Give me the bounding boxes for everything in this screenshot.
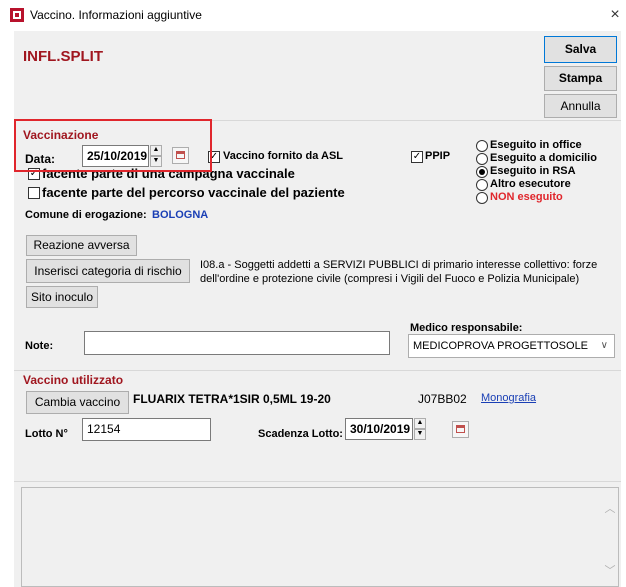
lotto-label: Lotto N° <box>25 428 68 440</box>
radio-altro-esecutore[interactable] <box>476 179 488 191</box>
radio-label-domicilio: Eseguito a domicilio <box>490 152 597 164</box>
scadenza-label: Scadenza Lotto: <box>258 428 343 440</box>
note-input[interactable] <box>84 331 390 355</box>
radio-label-altro: Altro esecutore <box>490 178 571 190</box>
scadenza-spin-down-icon[interactable]: ▼ <box>414 429 426 440</box>
cancel-button[interactable]: Annulla <box>544 94 617 118</box>
percorso-checkbox[interactable] <box>28 187 40 199</box>
radio-non-eseguito[interactable] <box>476 192 488 204</box>
ppip-checkbox[interactable]: ✓ <box>411 151 423 163</box>
radio-eseguito-rsa[interactable] <box>476 166 488 178</box>
asl-checkbox-label: Vaccino fornito da ASL <box>223 150 343 162</box>
atc-code: J07BB02 <box>418 392 467 406</box>
lotto-input[interactable]: 12154 <box>82 418 211 441</box>
close-icon[interactable]: × <box>604 4 626 26</box>
ppip-checkbox-label: PPIP <box>425 150 451 162</box>
radio-label-office: Eseguito in office <box>490 139 582 151</box>
app-icon <box>10 8 24 22</box>
comune-label: Comune di erogazione: <box>25 209 147 221</box>
cambia-vaccino-button[interactable]: Cambia vaccino <box>26 391 129 414</box>
percorso-checkbox-label: facente parte del percorso vaccinale del… <box>42 185 345 200</box>
radio-label-rsa: Eseguito in RSA <box>490 165 576 177</box>
reazione-avversa-button[interactable]: Reazione avversa ... <box>26 235 137 271</box>
medico-label: Medico responsabile: <box>410 322 523 334</box>
chevron-down-icon: ∨ <box>600 340 608 351</box>
medico-select-value: MEDICOPROVA PROGETTOSOLE <box>413 340 589 352</box>
sito-inoculo-button[interactable]: Sito inoculo <box>26 286 98 308</box>
categoria-rischio-text: I08.a - Soggetti addetti a SERVIZI PUBBL… <box>200 259 598 285</box>
window-title: Vaccino. Informazioni aggiuntive <box>30 8 202 22</box>
monografia-link[interactable]: Monografia <box>481 392 536 404</box>
scroll-up-icon[interactable]: ︿ <box>604 500 616 515</box>
radio-label-non-eseguito: NON eseguito <box>490 191 563 203</box>
divider <box>14 370 621 371</box>
comune-link[interactable]: BOLOGNA <box>152 209 208 221</box>
vaccino-section-label: Vaccino utilizzato <box>23 373 124 387</box>
radio-eseguito-domicilio[interactable] <box>476 153 488 165</box>
scroll-down-icon[interactable]: ﹀ <box>604 562 616 577</box>
divider <box>14 481 621 482</box>
note-label: Note: <box>25 340 54 352</box>
scadenza-field[interactable]: 30/10/2019 <box>345 418 413 440</box>
details-textarea[interactable] <box>21 487 619 587</box>
medico-select[interactable]: MEDICOPROVA PROGETTOSOLE ∨ <box>408 334 615 358</box>
categoria-rischio-button[interactable]: Inserisci categoria di rischio <box>26 259 190 283</box>
calendar-icon[interactable] <box>452 421 469 438</box>
print-button[interactable]: Stampa <box>544 66 617 91</box>
scadenza-spin-up-icon[interactable]: ▲ <box>414 418 426 429</box>
page-title: INFL.SPLIT <box>23 48 103 65</box>
radio-eseguito-office[interactable] <box>476 140 488 152</box>
save-button[interactable]: Salva <box>544 36 617 63</box>
highlight-box <box>14 119 212 172</box>
vaccine-name: FLUARIX TETRA*1SIR 0,5ML 19-20 <box>133 392 331 406</box>
